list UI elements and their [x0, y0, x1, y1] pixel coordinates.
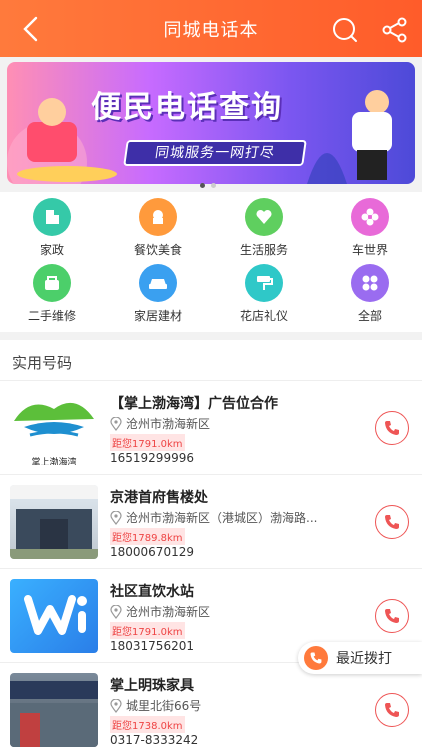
location-icon — [110, 698, 122, 713]
useful-numbers-section: 实用号码 掌上渤海湾 【掌上渤海湾】广告位合作 沧州市渤海新区 距您1791.0… — [0, 340, 422, 750]
listing-photo — [10, 485, 98, 559]
carousel-dots — [200, 183, 216, 188]
listing-address: 沧州市渤海新区 — [126, 605, 211, 619]
listing-address: 沧州市渤海新区（港城区）渤海路... — [126, 511, 318, 525]
grid-icon — [351, 264, 389, 302]
category-life-services[interactable]: 生活服务 — [224, 198, 304, 258]
location-icon — [110, 510, 122, 525]
call-button[interactable] — [375, 505, 409, 539]
listing-address: 城里北街66号 — [126, 699, 202, 713]
category-grid: 家政 餐饮美食 生活服务 车世界 二手维修 家居建材 花店礼仪 全部 — [0, 192, 422, 332]
distance-badge: 距您1791.0km — [110, 434, 185, 451]
listing-logo — [10, 579, 98, 653]
phone-icon — [385, 703, 399, 717]
listing-phone: 18000670129 — [110, 545, 194, 559]
list-item[interactable]: 掌上渤海湾 【掌上渤海湾】广告位合作 沧州市渤海新区 距您1791.0km 16… — [0, 381, 422, 475]
phone-icon — [304, 646, 328, 670]
banner-headline: 便民电话查询 — [91, 90, 283, 125]
banner-tagline: 同城服务一网打尽 — [123, 140, 307, 166]
phone-icon — [385, 609, 399, 623]
category-florist[interactable]: 花店礼仪 — [224, 264, 304, 324]
basket-icon — [33, 264, 71, 302]
list-item[interactable]: 掌上明珠家具 城里北街66号 距您1738.0km 0317-8333242 — [0, 663, 422, 750]
category-home-materials[interactable]: 家居建材 — [118, 264, 198, 324]
distance-badge: 距您1738.0km — [110, 716, 185, 733]
listing-logo: 掌上渤海湾 — [10, 391, 98, 465]
category-all[interactable]: 全部 — [330, 264, 410, 324]
recent-calls-label: 最近拨打 — [336, 651, 392, 667]
cake-icon — [139, 198, 177, 236]
header-bar: 同城电话本 — [0, 0, 422, 57]
promo-banner[interactable]: 便民电话查询 同城服务一网打尽 — [7, 62, 415, 184]
section-title: 实用号码 — [12, 354, 73, 372]
listing-name: 京港首府售楼处 — [110, 490, 208, 506]
chat-icon[interactable] — [332, 17, 358, 43]
flower-icon — [351, 198, 389, 236]
listing-phone: 0317-8333242 — [110, 733, 199, 747]
listing-photo — [10, 673, 98, 747]
page-title: 同城电话本 — [163, 20, 259, 41]
location-icon — [110, 416, 122, 431]
location-icon — [110, 604, 122, 619]
category-housekeeping[interactable]: 家政 — [12, 198, 92, 258]
roller-icon — [245, 264, 283, 302]
heart-icon — [245, 198, 283, 236]
listing-phone: 18031756201 — [110, 639, 194, 653]
listing-address: 沧州市渤海新区 — [126, 417, 211, 431]
call-button[interactable] — [375, 411, 409, 445]
phone-icon — [385, 515, 399, 529]
list-item[interactable]: 京港首府售楼处 沧州市渤海新区（港城区）渤海路... 距您1789.8km 18… — [0, 475, 422, 569]
car-icon — [139, 264, 177, 302]
listing-name: 掌上明珠家具 — [110, 678, 194, 694]
category-car-world[interactable]: 车世界 — [330, 198, 410, 258]
share-icon[interactable] — [382, 17, 408, 43]
listing-name: 社区直饮水站 — [110, 584, 194, 600]
listing-phone: 16519299996 — [110, 451, 194, 465]
recent-calls-button[interactable]: 最近拨打 — [298, 642, 422, 674]
call-button[interactable] — [375, 599, 409, 633]
building-icon — [33, 198, 71, 236]
distance-badge: 距您1791.0km — [110, 622, 185, 639]
distance-badge: 距您1789.8km — [110, 528, 185, 545]
call-button[interactable] — [375, 693, 409, 727]
category-repair[interactable]: 二手维修 — [12, 264, 92, 324]
category-dining[interactable]: 餐饮美食 — [118, 198, 198, 258]
listing-name: 【掌上渤海湾】广告位合作 — [110, 396, 278, 412]
phone-icon — [385, 421, 399, 435]
